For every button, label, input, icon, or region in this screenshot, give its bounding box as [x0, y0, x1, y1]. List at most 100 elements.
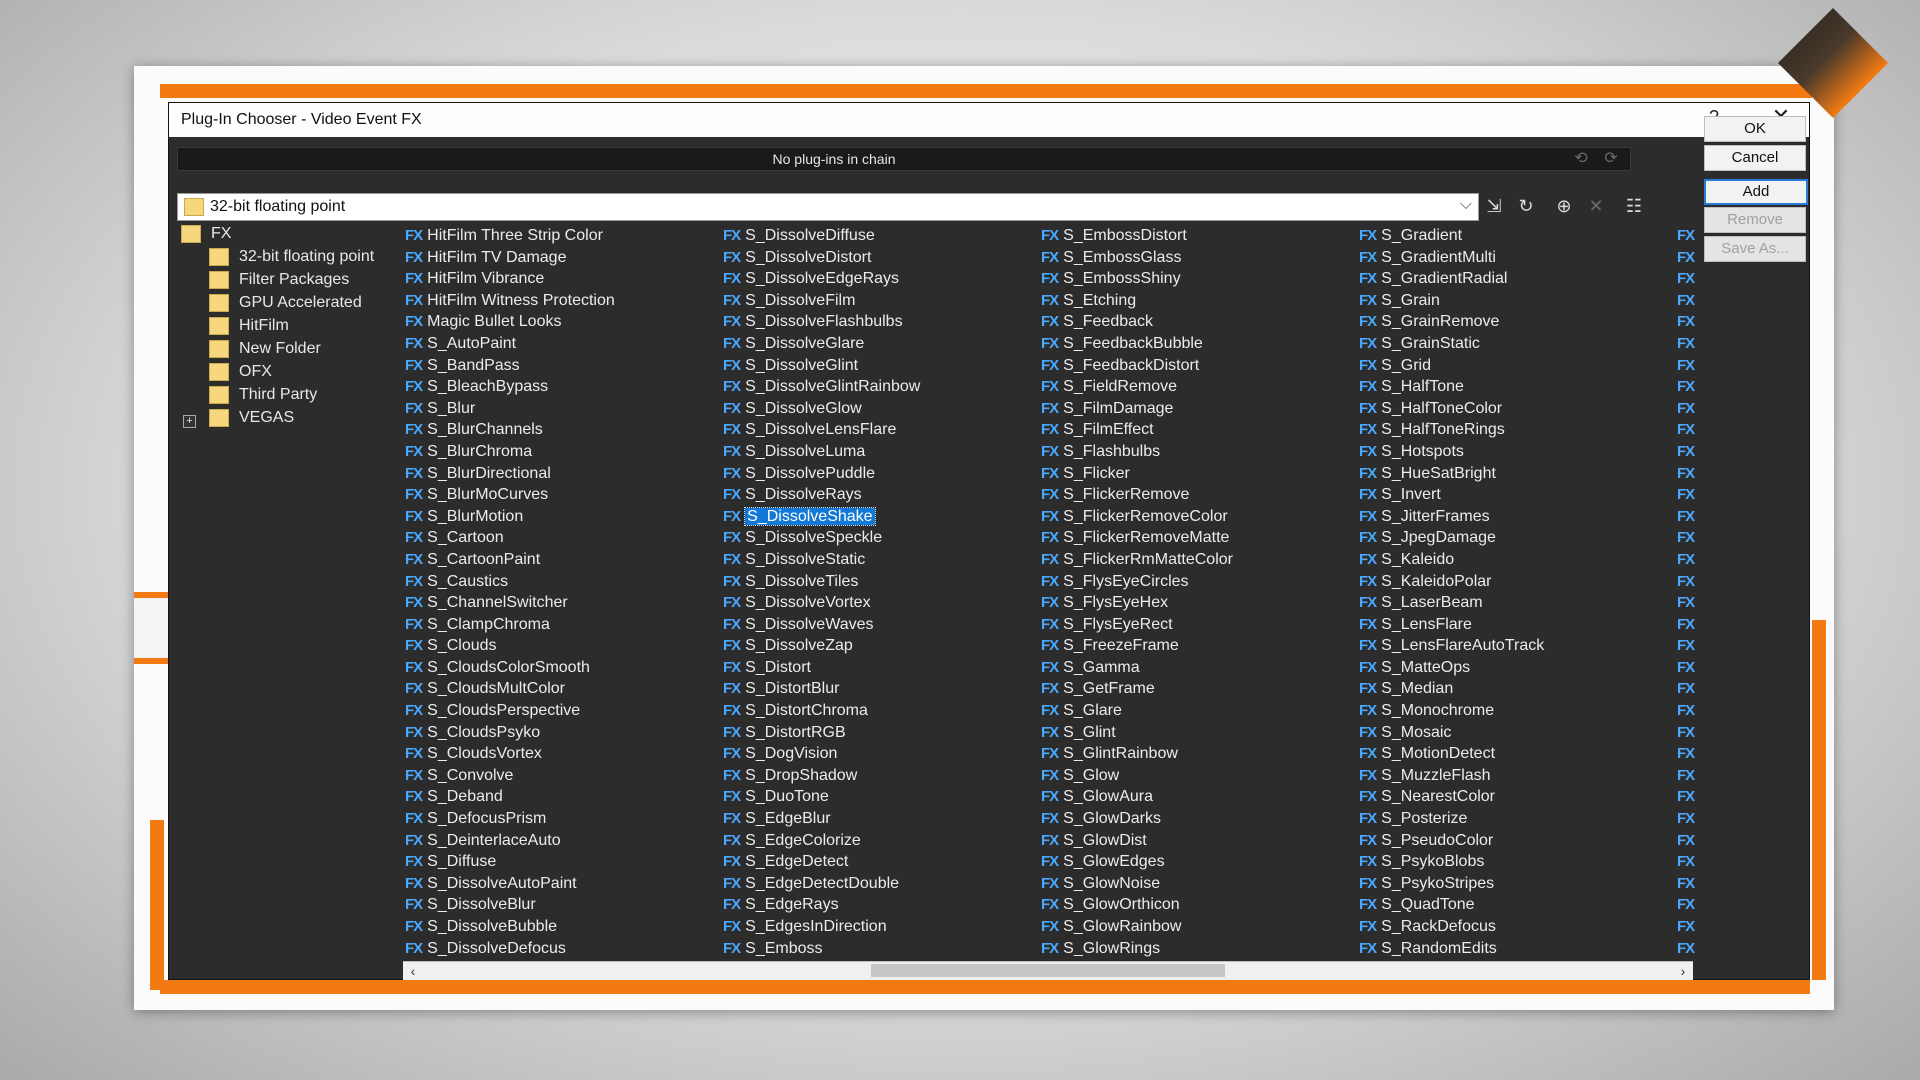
plugin-item[interactable]: FX S_EmbossGlass [1041, 247, 1233, 269]
plugin-item[interactable]: FX S_Diffuse [405, 851, 615, 873]
plugin-item[interactable]: FX S_Distort [723, 657, 920, 679]
cancel-button[interactable]: Cancel [1704, 145, 1806, 171]
plugin-item-partial[interactable]: FX [1677, 873, 1699, 895]
plugin-item[interactable]: FX S_Mosaic [1359, 722, 1544, 744]
plugin-item[interactable]: FX S_GlowRainbow [1041, 916, 1233, 938]
plugin-item[interactable]: FX S_DistortBlur [723, 678, 920, 700]
plugin-item[interactable]: FX S_EdgesInDirection [723, 916, 920, 938]
plugin-item-partial[interactable]: FX [1677, 851, 1699, 873]
plugin-item[interactable]: FX S_AutoPaint [405, 333, 615, 355]
plugin-item[interactable]: FX S_BlurChannels [405, 419, 615, 441]
tree-item-gpu-accelerated[interactable]: GPU Accelerated [209, 294, 362, 316]
tree-item-ofx[interactable]: OFX [209, 363, 272, 385]
tree-root-fx[interactable]: FX [181, 225, 231, 247]
plugin-item-partial[interactable]: FX [1677, 549, 1699, 571]
plugin-item[interactable]: FX S_CloudsVortex [405, 743, 615, 765]
tree-item-new-folder[interactable]: New Folder [209, 340, 321, 362]
plugin-item-partial[interactable]: FX [1677, 808, 1699, 830]
plugin-item[interactable]: FX S_DistortRGB [723, 722, 920, 744]
plugin-item-partial[interactable]: FX [1677, 830, 1699, 852]
plugin-item[interactable]: FX S_Posterize [1359, 808, 1544, 830]
plugin-item[interactable]: FX S_DissolveDiffuse [723, 225, 920, 247]
plugin-item[interactable]: FX S_FilmDamage [1041, 398, 1233, 420]
plugin-item-partial[interactable]: FX [1677, 678, 1699, 700]
plugin-item[interactable]: FX S_DissolveBubble [405, 916, 615, 938]
plugin-item[interactable]: FX S_EmbossShiny [1041, 268, 1233, 290]
plugin-item[interactable]: FX S_EmbossDistort [1041, 225, 1233, 247]
plugin-item[interactable]: FX S_GlowOrthicon [1041, 894, 1233, 916]
plugin-item[interactable]: FX S_DogVision [723, 743, 920, 765]
plugin-item-partial[interactable]: FX [1677, 355, 1699, 377]
plugin-item[interactable]: FX S_NearestColor [1359, 786, 1544, 808]
plugin-item[interactable]: FX S_FlickerRmMatteColor [1041, 549, 1233, 571]
plugin-item[interactable]: FX S_FreezeFrame [1041, 635, 1233, 657]
tree-item-hitfilm[interactable]: HitFilm [209, 317, 289, 339]
plugin-item[interactable]: FX S_DissolveFilm [723, 290, 920, 312]
plugin-item[interactable]: FX S_DissolveAutoPaint [405, 873, 615, 895]
plugin-item[interactable]: FX S_Cartoon [405, 527, 615, 549]
plugin-item-partial[interactable]: FX [1677, 592, 1699, 614]
plugin-item[interactable]: FX S_DissolveRays [723, 484, 920, 506]
plugin-item[interactable]: FX S_MatteOps [1359, 657, 1544, 679]
plugin-item[interactable]: FX S_CloudsColorSmooth [405, 657, 615, 679]
plugin-item[interactable]: FX S_Invert [1359, 484, 1544, 506]
plugin-item-partial[interactable]: FX [1677, 311, 1699, 333]
plugin-item[interactable]: FX S_Glare [1041, 700, 1233, 722]
plugin-item[interactable]: FX HitFilm Three Strip Color [405, 225, 615, 247]
plugin-item-partial[interactable]: FX [1677, 527, 1699, 549]
plugin-item-partial[interactable]: FX [1677, 916, 1699, 938]
plugin-item[interactable]: FX S_RandomEdits [1359, 938, 1544, 959]
plugin-item-partial[interactable]: FX [1677, 657, 1699, 679]
plugin-item[interactable]: FX S_GrainRemove [1359, 311, 1544, 333]
plugin-item[interactable]: FX S_EdgeDetectDouble [723, 873, 920, 895]
plugin-item-partial[interactable]: FX [1677, 225, 1699, 247]
tree-item-32bit[interactable]: 32-bit floating point [209, 248, 374, 270]
plugin-item[interactable]: FX S_Glint [1041, 722, 1233, 744]
scrollbar-thumb[interactable] [871, 964, 1225, 977]
plugin-item[interactable]: FX S_FlickerRemove [1041, 484, 1233, 506]
plugin-item[interactable]: FX S_FieldRemove [1041, 376, 1233, 398]
plugin-item[interactable]: FX S_Hotspots [1359, 441, 1544, 463]
plugin-item[interactable]: FX S_Deband [405, 786, 615, 808]
chevron-down-icon[interactable]: ⌵ [1460, 196, 1472, 214]
plugin-item[interactable]: FX S_GlowNoise [1041, 873, 1233, 895]
plugin-item-partial[interactable]: FX [1677, 419, 1699, 441]
plugin-item[interactable]: FX S_DeinterlaceAuto [405, 830, 615, 852]
plugin-item[interactable]: FX S_HalfToneColor [1359, 398, 1544, 420]
plugin-item[interactable]: FX S_Convolve [405, 765, 615, 787]
plugin-item[interactable]: FX S_Etching [1041, 290, 1233, 312]
plugin-item-partial[interactable]: FX [1677, 484, 1699, 506]
plugin-item[interactable]: FX S_GradientMulti [1359, 247, 1544, 269]
plugin-item[interactable]: FX S_ClampChroma [405, 614, 615, 636]
plugin-item[interactable]: FX S_DissolveTiles [723, 571, 920, 593]
undo-icon[interactable]: ⟲ [1568, 148, 1594, 170]
plugin-item[interactable]: FX S_Gamma [1041, 657, 1233, 679]
plugin-item[interactable]: FX S_RackDefocus [1359, 916, 1544, 938]
plugin-item-partial[interactable]: FX [1677, 786, 1699, 808]
plugin-item[interactable]: FX S_Kaleido [1359, 549, 1544, 571]
plugin-item[interactable]: FX S_EdgeRays [723, 894, 920, 916]
plugin-item[interactable]: FX S_DissolveShake [723, 506, 920, 528]
plugin-item[interactable]: FX S_DistortChroma [723, 700, 920, 722]
plugin-item[interactable]: FX S_DissolveGlint [723, 355, 920, 377]
plugin-item[interactable]: FX S_EdgeColorize [723, 830, 920, 852]
load-preset-icon[interactable]: ⇲ [1481, 193, 1507, 219]
plugin-item-partial[interactable]: FX [1677, 765, 1699, 787]
plugin-item[interactable]: FX S_Flicker [1041, 463, 1233, 485]
plugin-item-partial[interactable]: FX [1677, 247, 1699, 269]
plugin-item[interactable]: FX S_GlowEdges [1041, 851, 1233, 873]
plugin-item[interactable]: FX S_GlowDist [1041, 830, 1233, 852]
plugin-item[interactable]: FX S_FlysEyeHex [1041, 592, 1233, 614]
plugin-item[interactable]: FX S_Feedback [1041, 311, 1233, 333]
plugin-item-partial[interactable]: FX [1677, 635, 1699, 657]
plugin-item[interactable]: FX S_LaserBeam [1359, 592, 1544, 614]
plugin-item[interactable]: FX S_DissolveEdgeRays [723, 268, 920, 290]
plugin-item[interactable]: FX S_DissolveBlur [405, 894, 615, 916]
horizontal-scrollbar[interactable]: ‹ › [403, 961, 1693, 980]
plugin-item[interactable]: FX S_JpegDamage [1359, 527, 1544, 549]
plugin-item-partial[interactable]: FX [1677, 614, 1699, 636]
plugin-item[interactable]: FX S_DissolveWaves [723, 614, 920, 636]
plugin-item[interactable]: FX S_DissolveGlow [723, 398, 920, 420]
plugin-item[interactable]: FX S_DissolveGlare [723, 333, 920, 355]
scroll-right-icon[interactable]: › [1675, 962, 1691, 980]
